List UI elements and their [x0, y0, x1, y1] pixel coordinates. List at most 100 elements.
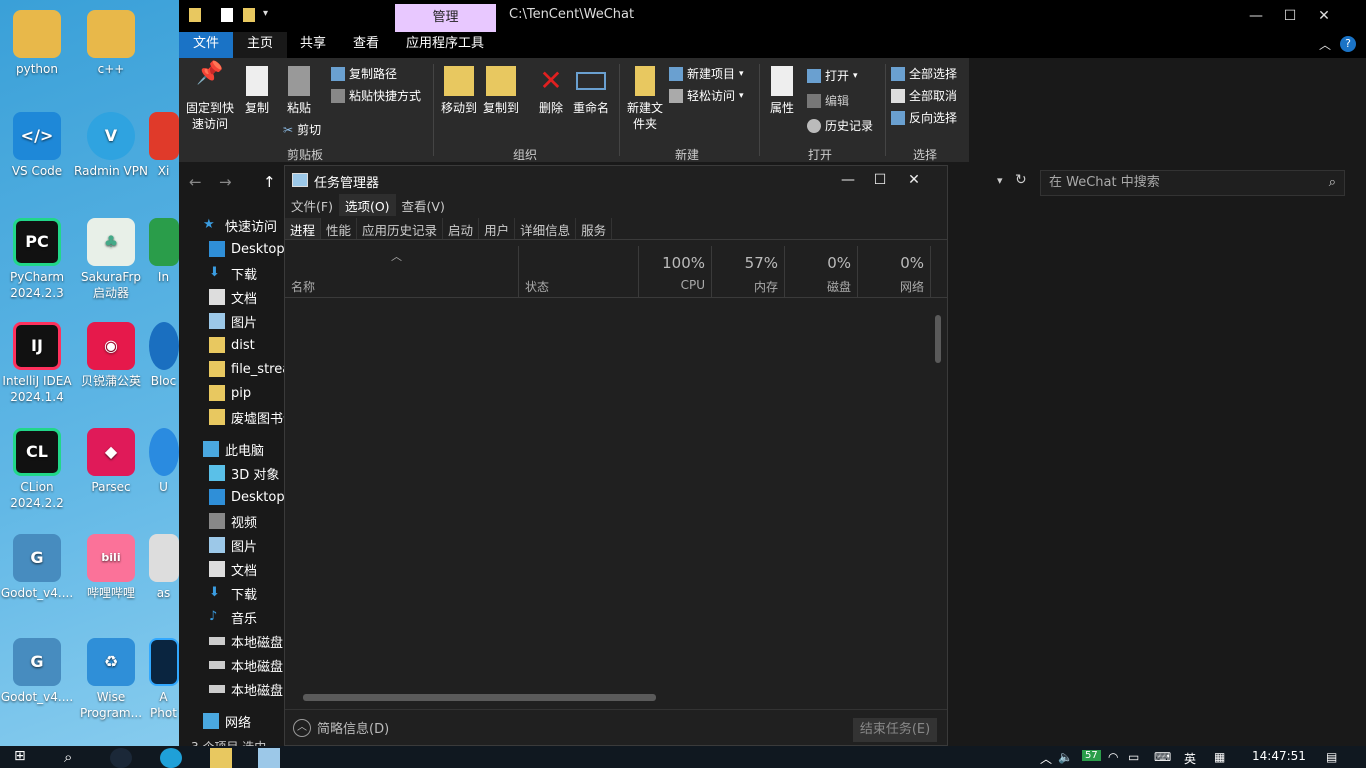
tab-performance[interactable]: 性能	[321, 218, 358, 239]
desktop-icon-bloc[interactable]: Bloc	[148, 322, 179, 389]
input-settings-icon[interactable]: ▦	[1214, 750, 1225, 764]
desktop-icon-vscode[interactable]: </> VS Code	[0, 112, 74, 179]
nav-item-music[interactable]: ♪ 音乐	[209, 606, 257, 628]
desktop-icon-bilibili[interactable]: bili 哔哩哔哩	[74, 534, 148, 601]
nav-item-local-disk-3[interactable]: 本地磁盘	[209, 678, 283, 700]
desktop-icon-sakurafrp[interactable]: ♣ SakuraFrp 启动器	[74, 218, 148, 301]
desktop-icon-wise[interactable]: ♻ Wise Program...	[74, 638, 148, 721]
maximize-button[interactable]: ☐	[865, 169, 895, 191]
desktop-icon-parsec[interactable]: ◆ Parsec	[74, 428, 148, 495]
menu-file[interactable]: 文件(F)	[285, 194, 339, 216]
paste-shortcut-button[interactable]: 粘贴快捷方式	[331, 87, 421, 104]
tab-services[interactable]: 服务	[576, 218, 613, 239]
desktop-icon-godot2[interactable]: G Godot_v4....	[0, 638, 74, 705]
nav-item-quick-access[interactable]: ★ 快速访问	[203, 214, 277, 236]
tab-file[interactable]: 文件	[179, 32, 233, 58]
edit-button[interactable]: 编辑	[807, 92, 849, 109]
column-memory[interactable]: 57% 内存	[712, 246, 785, 298]
delete-button[interactable]: ✕ 删除	[533, 66, 569, 116]
quick-access-dropdown-icon[interactable]: ▾	[263, 8, 268, 19]
desktop-icon-xi[interactable]: Xi	[148, 112, 179, 179]
tray-badge[interactable]: 57	[1082, 750, 1101, 761]
notification-icon[interactable]: ▤	[1326, 750, 1337, 764]
menu-options[interactable]: 选项(O)	[338, 194, 396, 216]
new-item-button[interactable]: 新建项目 ▾	[669, 65, 744, 82]
nav-item-pip[interactable]: pip	[209, 382, 251, 404]
history-button[interactable]: 历史记录	[807, 117, 873, 134]
network-icon[interactable]: ▭	[1128, 750, 1139, 764]
vertical-scrollbar[interactable]	[935, 315, 941, 363]
new-folder-icon[interactable]	[243, 8, 255, 22]
tab-share[interactable]: 共享	[287, 32, 339, 58]
nav-item-documents-pc[interactable]: 文档	[209, 558, 257, 580]
close-button[interactable]: ✕	[1309, 4, 1339, 28]
tab-view[interactable]: 查看	[339, 32, 393, 58]
ime-indicator[interactable]: 英	[1184, 750, 1196, 767]
nav-item-downloads-pc[interactable]: ⬇ 下载	[209, 582, 257, 604]
nav-item-3d-objects[interactable]: 3D 对象	[209, 462, 279, 484]
desktop-icon-phot[interactable]: A Phot	[148, 638, 179, 721]
desktop-icon-python[interactable]: python	[0, 10, 74, 77]
new-folder-button[interactable]: 新建文件夹	[623, 66, 667, 132]
refresh-icon[interactable]: ↻	[1015, 172, 1027, 188]
keyboard-icon[interactable]: ⌨	[1154, 750, 1171, 764]
nav-item-documents[interactable]: 文档	[209, 286, 257, 308]
copy-to-button[interactable]: 复制到	[479, 66, 523, 116]
properties-icon[interactable]	[221, 8, 233, 22]
edge-icon[interactable]	[160, 748, 182, 768]
search-input[interactable]: 在 WeChat 中搜索 ⌕	[1040, 170, 1345, 196]
minimize-button[interactable]: —	[833, 169, 863, 191]
tab-home[interactable]: 主页	[233, 32, 287, 58]
easy-access-button[interactable]: 轻松访问 ▾	[669, 87, 744, 104]
desktop-icon-pgy[interactable]: ◉ 贝锐蒲公英	[74, 322, 148, 389]
process-list[interactable]	[285, 299, 947, 709]
nav-item-pictures[interactable]: 图片	[209, 310, 257, 332]
clock[interactable]: 14:47:51	[1252, 749, 1306, 763]
column-cpu[interactable]: 100% CPU	[639, 246, 712, 298]
move-to-button[interactable]: 移动到	[437, 66, 481, 116]
desktop-icon-as[interactable]: as	[148, 534, 179, 601]
nav-item-desktop[interactable]: Desktop	[209, 238, 285, 260]
back-icon[interactable]: ←	[189, 173, 202, 191]
fewer-details-button[interactable]: ︿ 简略信息(D)	[293, 718, 389, 737]
cut-button[interactable]: ✂ 剪切	[283, 121, 321, 138]
desktop-icon-intellij[interactable]: IJ IntelliJ IDEA 2024.1.4	[0, 322, 74, 405]
nav-item-local-disk-2[interactable]: 本地磁盘	[209, 654, 283, 676]
horizontal-scrollbar[interactable]	[303, 694, 656, 701]
tab-app-history[interactable]: 应用历史记录	[357, 218, 444, 239]
end-task-button[interactable]: 结束任务(E)	[853, 718, 937, 742]
menu-view[interactable]: 查看(V)	[396, 194, 451, 216]
desktop-icon-pycharm[interactable]: PC PyCharm 2024.2.3	[0, 218, 74, 301]
wifi-icon[interactable]: ◠	[1108, 750, 1118, 764]
desktop-icon-godot1[interactable]: G Godot_v4....	[0, 534, 74, 601]
steam-icon[interactable]	[110, 748, 132, 768]
nav-item-dist[interactable]: dist	[209, 334, 255, 356]
nav-item-ruins-library[interactable]: 废墟图书馆	[209, 406, 296, 428]
maximize-button[interactable]: ☐	[1275, 4, 1305, 28]
nav-item-local-disk-1[interactable]: 本地磁盘	[209, 630, 283, 652]
invert-selection-button[interactable]: 反向选择	[891, 109, 957, 126]
column-network[interactable]: 0% 网络	[858, 246, 931, 298]
up-icon[interactable]: ↑	[263, 173, 276, 191]
desktop-icon-u[interactable]: U	[148, 428, 179, 495]
desktop-icon-clion[interactable]: CL CLion 2024.2.2	[0, 428, 74, 511]
chevron-up-icon[interactable]: ︿	[1040, 750, 1052, 767]
select-all-button[interactable]: 全部选择	[891, 65, 957, 82]
column-disk[interactable]: 0% 磁盘	[785, 246, 858, 298]
help-icon[interactable]: ?	[1340, 36, 1356, 52]
tab-details[interactable]: 详细信息	[515, 218, 577, 239]
tab-startup[interactable]: 启动	[443, 218, 480, 239]
nav-item-pictures-pc[interactable]: 图片	[209, 534, 257, 556]
nav-item-downloads[interactable]: ⬇ 下载	[209, 262, 257, 284]
desktop-icon-cpp[interactable]: c++	[74, 10, 148, 77]
close-button[interactable]: ✕	[899, 169, 929, 191]
paste-button[interactable]: 粘贴	[281, 66, 317, 116]
nav-item-this-pc[interactable]: 此电脑	[203, 438, 264, 460]
desktop-icon-in[interactable]: In	[148, 218, 179, 285]
forward-icon[interactable]: →	[219, 173, 232, 191]
nav-item-file-stream[interactable]: file_strea	[209, 358, 290, 380]
tab-app-tools[interactable]: 应用程序工具	[393, 32, 497, 58]
nav-item-videos[interactable]: 视频	[209, 510, 257, 532]
desktop-icon-radmin[interactable]: V Radmin VPN	[74, 112, 148, 179]
tab-processes[interactable]: 进程	[285, 218, 322, 239]
